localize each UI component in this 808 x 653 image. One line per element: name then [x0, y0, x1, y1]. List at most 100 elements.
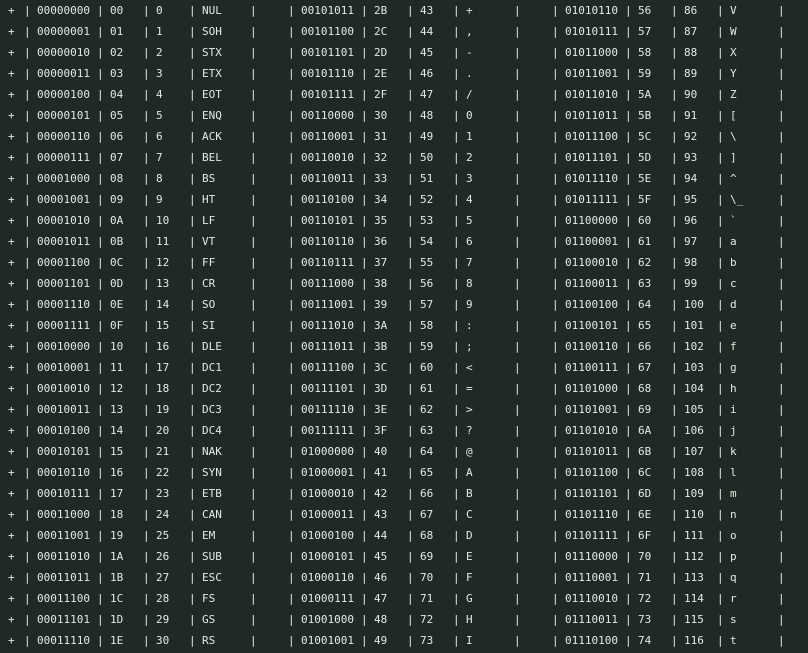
column-separator: | [97, 277, 104, 290]
hex-cell: 56 [638, 4, 652, 17]
char-cell: B [466, 487, 473, 500]
hex-cell: 18 [110, 508, 124, 521]
char-cell: ACK [202, 130, 222, 143]
decimal-cell: 63 [420, 424, 434, 437]
row-prefix: + [8, 487, 15, 500]
column-separator: | [453, 445, 460, 458]
binary-cell: 00010110 [37, 466, 90, 479]
hex-cell: 08 [110, 172, 124, 185]
column-separator: | [361, 487, 368, 500]
hex-cell: 69 [638, 403, 652, 416]
char-cell: \ [730, 130, 737, 143]
column-separator: | [453, 550, 460, 563]
row-prefix: + [8, 172, 15, 185]
column-separator: | [514, 592, 521, 605]
char-cell: EM [202, 529, 216, 542]
column-separator: | [407, 256, 414, 269]
column-separator: | [189, 466, 196, 479]
row-prefix: + [8, 25, 15, 38]
char-cell: D [466, 529, 473, 542]
column-separator: | [717, 550, 724, 563]
table-row: + | | | | | | | | | | | | | | | 00000111 07 7 BEL 00110010 32… [0, 147, 808, 168]
column-separator: | [288, 298, 295, 311]
binary-cell: 00111100 [301, 361, 354, 374]
char-cell: , [466, 25, 473, 38]
table-row: + | | | | | | | | | | | | | | | 00010000 10 16 DLE 00111011 3… [0, 336, 808, 357]
decimal-cell: 18 [156, 382, 170, 395]
column-separator: | [189, 130, 196, 143]
column-separator: | [717, 277, 724, 290]
column-separator: | [552, 25, 559, 38]
char-cell: V [730, 4, 737, 17]
table-row: + | | | | | | | | | | | | | | | 00011101 1D 29 GS 01001000 48… [0, 609, 808, 630]
binary-cell: 00110111 [301, 256, 354, 269]
table-row: + | | | | | | | | | | | | | | | 00000010 02 2 STX 00101101 2D… [0, 42, 808, 63]
binary-cell: 00111111 [301, 424, 354, 437]
column-separator: | [717, 340, 724, 353]
column-separator: | [407, 298, 414, 311]
column-separator: | [407, 4, 414, 17]
char-cell: = [466, 382, 473, 395]
column-separator: | [250, 403, 257, 416]
hex-cell: 34 [374, 193, 388, 206]
column-separator: | [97, 256, 104, 269]
column-separator: | [189, 88, 196, 101]
column-separator: | [361, 466, 368, 479]
column-separator: | [250, 634, 257, 647]
column-separator: | [189, 403, 196, 416]
decimal-cell: 101 [684, 319, 704, 332]
char-cell: W [730, 25, 737, 38]
column-separator: | [24, 613, 31, 626]
column-separator: | [778, 361, 785, 374]
column-separator: | [717, 466, 724, 479]
column-separator: | [717, 529, 724, 542]
column-separator: | [671, 319, 678, 332]
column-separator: | [717, 67, 724, 80]
binary-cell: 01101000 [565, 382, 618, 395]
column-separator: | [250, 319, 257, 332]
column-separator: | [552, 298, 559, 311]
char-cell: o [730, 529, 737, 542]
column-separator: | [288, 4, 295, 17]
char-cell: CR [202, 277, 216, 290]
decimal-cell: 16 [156, 340, 170, 353]
column-separator: | [361, 67, 368, 80]
column-separator: | [453, 4, 460, 17]
column-separator: | [97, 508, 104, 521]
decimal-cell: 30 [156, 634, 170, 647]
binary-cell: 01000111 [301, 592, 354, 605]
column-separator: | [189, 151, 196, 164]
hex-cell: 01 [110, 25, 124, 38]
column-separator: | [717, 46, 724, 59]
column-separator: | [671, 361, 678, 374]
char-cell: EOT [202, 88, 222, 101]
column-separator: | [778, 613, 785, 626]
binary-cell: 00011110 [37, 634, 90, 647]
char-cell: 1 [466, 130, 473, 143]
column-separator: | [288, 613, 295, 626]
binary-cell: 00001100 [37, 256, 90, 269]
binary-cell: 00101111 [301, 88, 354, 101]
hex-cell: 14 [110, 424, 124, 437]
decimal-cell: 62 [420, 403, 434, 416]
column-separator: | [361, 4, 368, 17]
hex-cell: 0C [110, 256, 124, 269]
binary-cell: 01100001 [565, 235, 618, 248]
binary-cell: 01010110 [565, 4, 618, 17]
decimal-cell: 91 [684, 109, 698, 122]
hex-cell: 1D [110, 613, 124, 626]
column-separator: | [671, 172, 678, 185]
column-separator: | [453, 529, 460, 542]
decimal-cell: 86 [684, 4, 698, 17]
char-cell: f [730, 340, 737, 353]
table-row: + | | | | | | | | | | | | | | | 00001001 09 9 HT 00110100 34 5… [0, 189, 808, 210]
table-row: + | | | | | | | | | | | | | | | 00010001 11 17 DC1 00111100 3… [0, 357, 808, 378]
char-cell: d [730, 298, 737, 311]
column-separator: | [24, 466, 31, 479]
binary-cell: 01101001 [565, 403, 618, 416]
column-separator: | [97, 361, 104, 374]
column-separator: | [24, 25, 31, 38]
decimal-cell: 14 [156, 298, 170, 311]
hex-cell: 10 [110, 340, 124, 353]
hex-cell: 37 [374, 256, 388, 269]
